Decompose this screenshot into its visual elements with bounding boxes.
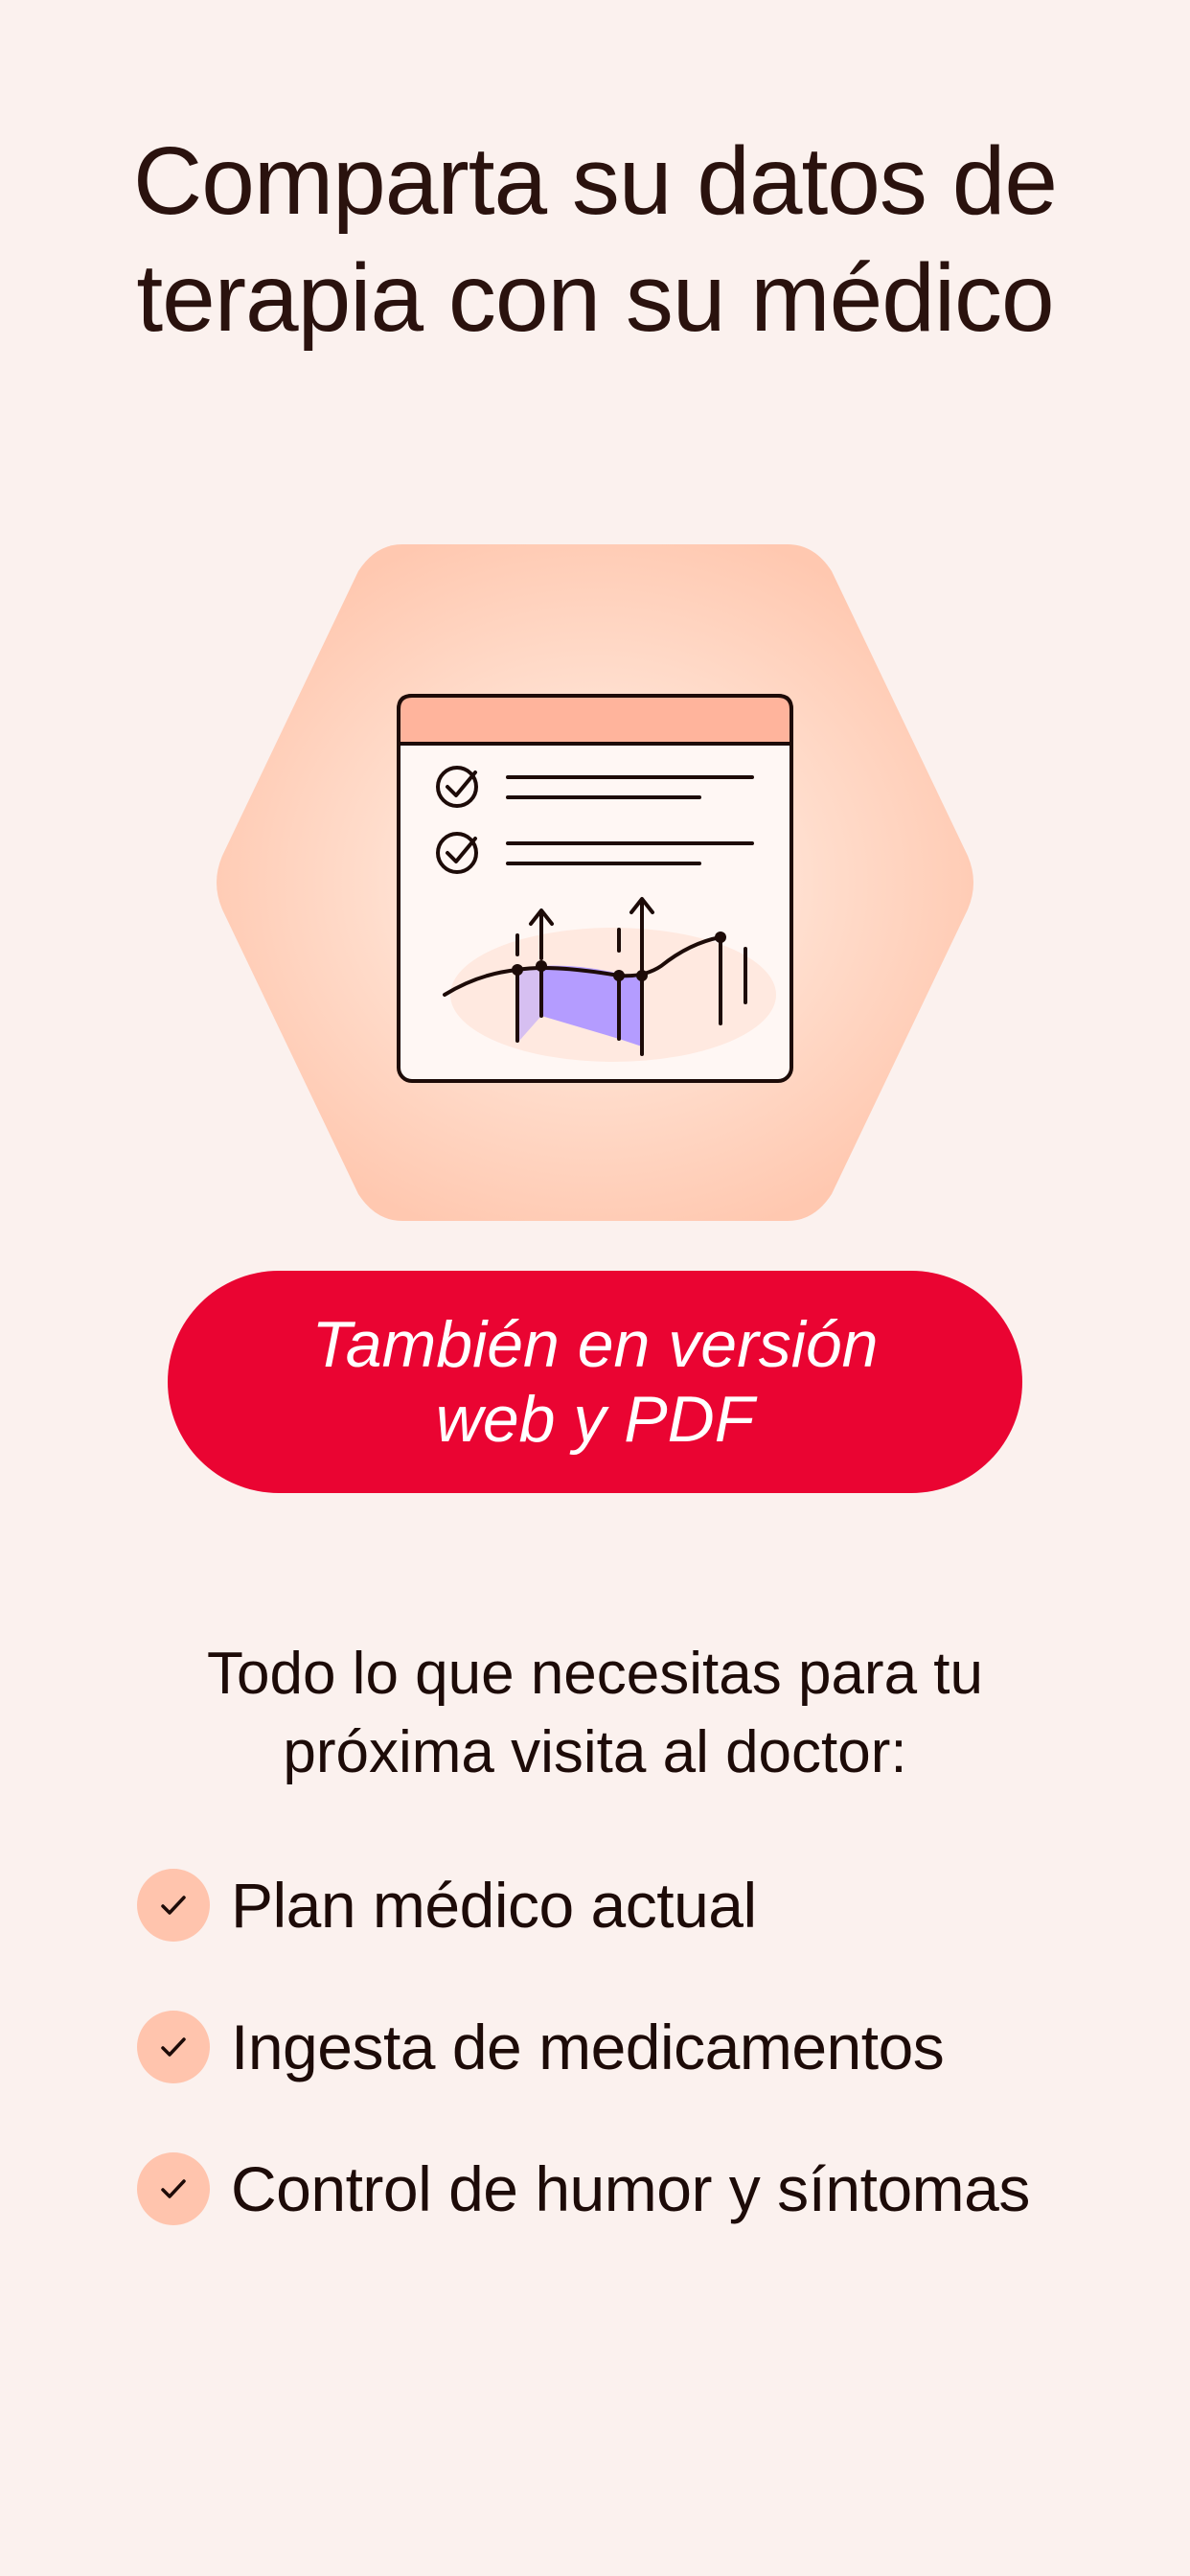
check-icon bbox=[137, 2152, 210, 2225]
badge-line-2: web y PDF bbox=[435, 1383, 755, 1456]
title-line-1: Comparta su datos de bbox=[133, 127, 1058, 235]
subtitle-line-1: Todo lo que necesitas para tu bbox=[207, 1641, 983, 1707]
feature-label: Plan médico actual bbox=[231, 1870, 757, 1941]
feature-item: Plan médico actual bbox=[137, 1869, 1172, 1942]
feature-label: Control de humor y síntomas bbox=[231, 2153, 1030, 2224]
feature-item: Ingesta de medicamentos bbox=[137, 2011, 1172, 2083]
subtitle-line-2: próxima visita al doctor: bbox=[283, 1719, 907, 1785]
feature-label: Ingesta de medicamentos bbox=[231, 2012, 945, 2082]
title-line-2: terapia con su médico bbox=[136, 244, 1054, 352]
badge-line-1: También en versión bbox=[311, 1308, 879, 1381]
web-pdf-version-button[interactable]: También en versión web y PDF bbox=[168, 1271, 1022, 1493]
report-illustration bbox=[211, 544, 979, 1221]
feature-item: Control de humor y síntomas bbox=[137, 2152, 1172, 2225]
feature-list: Plan médico actual Ingesta de medicament… bbox=[137, 1869, 1172, 2294]
check-icon bbox=[137, 1869, 210, 1942]
section-subtitle: Todo lo que necesitas para tu próxima vi… bbox=[0, 1635, 1190, 1792]
page-title: Comparta su datos de terapia con su médi… bbox=[0, 123, 1190, 356]
check-icon bbox=[137, 2011, 210, 2083]
report-chart-illustration-icon bbox=[217, 544, 973, 1221]
